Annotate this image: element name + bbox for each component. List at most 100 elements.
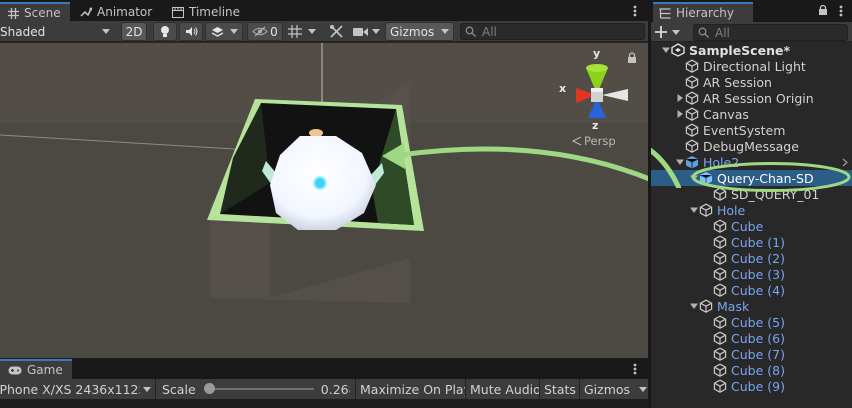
hierarchy-row-label: Directional Light bbox=[703, 58, 806, 74]
scene-panel: Scene Animator Timeline Shaded 2D 0 Gizm… bbox=[0, 0, 648, 358]
hierarchy-row[interactable]: Cube (7) bbox=[651, 346, 852, 362]
scene-viewport-canvas[interactable] bbox=[0, 43, 648, 358]
scene-search-field[interactable]: All bbox=[460, 23, 645, 40]
shading-mode-dropdown[interactable]: Shaded bbox=[0, 22, 114, 41]
hierarchy-row[interactable]: Directional Light bbox=[651, 58, 852, 74]
hierarchy-row-label: AR Session Origin bbox=[703, 90, 814, 106]
more-menu-icon[interactable] bbox=[834, 3, 848, 19]
hierarchy-row-label: Cube (5) bbox=[731, 314, 785, 330]
game-tab-bar: Game bbox=[0, 359, 648, 379]
hierarchy-row[interactable]: EventSystem bbox=[651, 122, 852, 138]
tab-animator[interactable]: Animator bbox=[72, 2, 160, 22]
scene-viewport[interactable]: y x z Persp bbox=[0, 43, 648, 358]
light-bulb-icon bbox=[161, 26, 169, 37]
scene-root-row[interactable]: SampleScene* bbox=[651, 42, 852, 58]
hierarchy-search-field[interactable]: All bbox=[693, 24, 848, 41]
tab-hierarchy[interactable]: Hierarchy bbox=[653, 2, 753, 22]
gizmos-label: Gizmos bbox=[390, 24, 435, 39]
tab-game-label: Game bbox=[27, 363, 63, 377]
hierarchy-row[interactable]: Cube (9) bbox=[651, 378, 852, 394]
fold-closed-icon[interactable] bbox=[675, 106, 685, 122]
toggle-2d-button[interactable]: 2D bbox=[121, 22, 147, 41]
gamepad-icon bbox=[8, 366, 22, 374]
tools-button[interactable] bbox=[324, 22, 348, 41]
camera-icon bbox=[352, 27, 368, 36]
gameobject-cube-icon bbox=[699, 203, 713, 217]
scene-toolbar: Shaded 2D 0 Gizmos All bbox=[0, 21, 648, 42]
tools-cross-icon bbox=[329, 25, 343, 38]
projection-label: Persp bbox=[584, 134, 616, 148]
resolution-dropdown[interactable]: iPhone X/XS 2436x1125 L bbox=[0, 379, 156, 399]
hierarchy-row[interactable]: Cube (5) bbox=[651, 314, 852, 330]
create-dropdown[interactable] bbox=[655, 24, 687, 40]
stats-toggle[interactable]: Stats bbox=[540, 379, 580, 399]
more-menu-icon[interactable] bbox=[628, 361, 642, 377]
hierarchy-row-label: Cube (1) bbox=[731, 234, 785, 250]
hierarchy-row[interactable]: Cube bbox=[651, 218, 852, 234]
resolution-value: iPhone X/XS 2436x1125 L bbox=[0, 381, 140, 397]
hierarchy-row-label: Cube (3) bbox=[731, 266, 785, 282]
hierarchy-row[interactable]: Mask bbox=[651, 298, 852, 314]
tab-animator-label: Animator bbox=[97, 5, 153, 19]
gameobject-cube-icon bbox=[713, 219, 727, 233]
tab-timeline[interactable]: Timeline bbox=[164, 2, 248, 22]
chevron-down-icon bbox=[371, 29, 380, 34]
hierarchy-row[interactable]: Cube (4) bbox=[651, 282, 852, 298]
hierarchy-row-label: DebugMessage bbox=[703, 138, 799, 154]
more-menu-icon[interactable] bbox=[628, 3, 642, 19]
hierarchy-row[interactable]: Cube (6) bbox=[651, 330, 852, 346]
gameobject-cube-icon bbox=[713, 331, 727, 345]
hierarchy-row[interactable]: DebugMessage bbox=[651, 138, 852, 154]
scale-slider[interactable] bbox=[203, 382, 314, 396]
hierarchy-row[interactable]: Canvas bbox=[651, 106, 852, 122]
scale-slider-thumb[interactable] bbox=[203, 383, 215, 394]
tab-hierarchy-label: Hierarchy bbox=[676, 6, 735, 20]
mute-audio-toggle[interactable]: Mute Audio bbox=[466, 379, 540, 399]
hierarchy-row[interactable]: Cube (2) bbox=[651, 250, 852, 266]
tab-scene[interactable]: Scene bbox=[0, 2, 70, 22]
hierarchy-row[interactable]: Cube (3) bbox=[651, 266, 852, 282]
hierarchy-row[interactable]: AR Session bbox=[651, 74, 852, 90]
camera-dropdown[interactable] bbox=[350, 22, 382, 41]
game-gizmos-dropdown[interactable]: Gizmos bbox=[580, 379, 648, 399]
grid-snap-dropdown[interactable] bbox=[284, 22, 320, 41]
shading-mode-value: Shaded bbox=[0, 24, 46, 39]
lock-icon[interactable] bbox=[818, 4, 828, 16]
hierarchy-row[interactable]: Hole bbox=[651, 202, 852, 218]
fold-open-icon[interactable] bbox=[689, 298, 699, 314]
hierarchy-row[interactable]: Cube (8) bbox=[651, 362, 852, 378]
scale-label: Scale bbox=[162, 381, 196, 397]
gizmo-axis-z-label: z bbox=[592, 119, 599, 132]
scene-visibility-toggle[interactable]: 0 bbox=[247, 22, 283, 41]
lighting-toggle[interactable] bbox=[153, 22, 177, 41]
grid-icon bbox=[8, 7, 19, 19]
hierarchy-row-label: Cube bbox=[731, 218, 764, 234]
gameobject-cube-icon bbox=[713, 283, 727, 297]
game-view[interactable] bbox=[0, 399, 648, 408]
effects-dropdown[interactable] bbox=[205, 22, 243, 41]
projection-toggle[interactable]: Persp bbox=[572, 134, 616, 148]
mute-audio-label: Mute Audio bbox=[470, 381, 540, 397]
audio-toggle[interactable] bbox=[179, 22, 203, 41]
orientation-gizmo[interactable]: y x z Persp bbox=[556, 47, 636, 148]
scale-value: 0.268x bbox=[320, 381, 350, 397]
fold-closed-icon[interactable] bbox=[675, 90, 685, 106]
hierarchy-row[interactable]: Cube (1) bbox=[651, 234, 852, 250]
chevron-down-icon bbox=[143, 386, 151, 392]
maximize-on-play-toggle[interactable]: Maximize On Play bbox=[355, 379, 466, 399]
fold-open-icon[interactable] bbox=[661, 42, 671, 58]
scene-tab-bar: Scene Animator Timeline bbox=[0, 0, 648, 22]
tab-game[interactable]: Game bbox=[0, 359, 72, 379]
fold-open-icon[interactable] bbox=[689, 202, 699, 218]
gizmo-axis-x-label: x bbox=[559, 82, 567, 95]
gizmos-dropdown[interactable]: Gizmos bbox=[385, 22, 454, 41]
hierarchy-row-label: Cube (2) bbox=[731, 250, 785, 266]
gameobject-cube-icon bbox=[713, 315, 727, 329]
chevron-down-icon bbox=[229, 29, 238, 34]
hierarchy-row[interactable]: AR Session Origin bbox=[651, 90, 852, 106]
